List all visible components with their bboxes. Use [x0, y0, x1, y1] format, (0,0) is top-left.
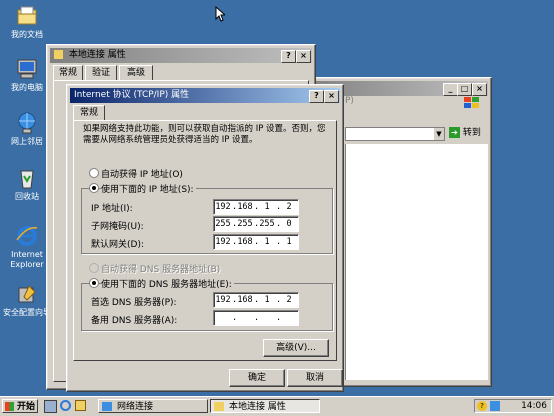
subnet-mask-label: 子网掩码(U):	[91, 222, 144, 232]
explorer-content-pane[interactable]	[345, 144, 488, 380]
subnet-mask-field[interactable]: 255. 255. 255. 0	[213, 216, 299, 232]
close-button[interactable]: ×	[324, 90, 339, 103]
taskbar: 开始 网络连接 本地连接 属性 ? 14:06	[0, 396, 554, 416]
preferred-dns-field[interactable]: 192. 168. 1. 2	[213, 292, 299, 308]
default-gateway-field[interactable]: 192. 168. 1. 1	[213, 234, 299, 250]
ip-address-label: IP 地址(I):	[91, 204, 133, 214]
computer-icon	[15, 57, 39, 81]
quicklaunch-desktop-icon[interactable]	[44, 400, 57, 413]
recycle-bin-icon	[15, 166, 39, 190]
folder-documents-icon	[15, 4, 39, 28]
auto-ip-radio[interactable]	[89, 168, 99, 178]
manual-ip-label[interactable]: 使用下面的 IP 地址(S):	[101, 182, 196, 195]
start-label: 开始	[17, 402, 36, 412]
help-button[interactable]: ?	[309, 90, 324, 103]
network-icon	[102, 402, 112, 411]
tab-general[interactable]: 常规	[73, 105, 105, 120]
network-icon	[54, 50, 63, 59]
windows-logo-icon	[5, 402, 14, 411]
desktop-icon-my-documents[interactable]: 我的文档	[1, 4, 53, 40]
clock[interactable]: 14:06	[521, 400, 547, 412]
window-title: 本地连接 属性	[68, 50, 126, 60]
quicklaunch-folder-icon[interactable]	[75, 400, 86, 411]
alternate-dns-label: 备用 DNS 服务器(A):	[91, 316, 178, 326]
go-button[interactable]: ➔ 转到	[449, 127, 485, 139]
security-wizard-icon	[15, 282, 39, 306]
intro-text: 如果网络支持此功能，则可以获取自动指派的 IP 设置。否则，您需要从网络系统管理…	[83, 124, 326, 145]
close-button[interactable]: ×	[296, 50, 311, 63]
default-gateway-label: 默认网关(D):	[91, 240, 144, 250]
network-icon	[15, 111, 39, 135]
tab-authentication[interactable]: 验证	[85, 65, 117, 80]
manual-dns-radio[interactable]	[89, 278, 99, 288]
maximize-button[interactable]: □	[457, 83, 472, 96]
cancel-button[interactable]: 取消	[287, 369, 343, 387]
windows-logo-icon	[464, 97, 479, 108]
chevron-down-icon[interactable]: ▼	[434, 128, 444, 140]
alternate-dns-field[interactable]: ...	[213, 310, 299, 326]
tcpip-properties-dialog[interactable]: Internet 协议 (TCP/IP) 属性 ? × 常规 如果网络支持此功能…	[66, 84, 344, 392]
ip-address-field[interactable]: 192. 168. 1. 2	[213, 199, 299, 215]
auto-dns-radio	[89, 263, 99, 273]
manual-dns-label[interactable]: 使用下面的 DNS 服务器地址(E):	[101, 277, 234, 290]
network-icon	[214, 402, 224, 411]
network-tray-icon[interactable]	[490, 401, 500, 411]
minimize-button[interactable]: _	[443, 83, 458, 96]
ok-button[interactable]: 确定	[229, 369, 285, 387]
help-icon[interactable]: ?	[477, 401, 487, 411]
preferred-dns-label: 首选 DNS 服务器(P):	[91, 298, 177, 308]
tab-general[interactable]: 常规	[53, 65, 83, 80]
address-dropdown[interactable]: ▼	[345, 127, 445, 141]
help-button[interactable]: ?	[281, 50, 296, 63]
manual-ip-radio[interactable]	[89, 183, 99, 193]
tcpip-titlebar[interactable]: Internet 协议 (TCP/IP) 属性 ? ×	[70, 88, 340, 103]
close-button[interactable]: ×	[472, 83, 487, 96]
dialog-title: Internet 协议 (TCP/IP) 属性	[74, 90, 190, 100]
advanced-button[interactable]: 高级(V)...	[263, 339, 329, 357]
desktop-icon-label: 我的文档	[11, 30, 43, 39]
go-label: 转到	[462, 128, 481, 138]
mouse-cursor-icon	[215, 6, 225, 22]
system-tray: ? 14:06	[474, 399, 552, 413]
start-button[interactable]: 开始	[2, 399, 38, 413]
auto-dns-label: 自动获得 DNS 服务器地址(B)	[101, 265, 221, 275]
taskbar-item-network-connections[interactable]: 网络连接	[98, 399, 208, 413]
taskbar-item-connection-properties[interactable]: 本地连接 属性	[210, 399, 320, 413]
menu-fragment[interactable]: P)	[345, 96, 354, 106]
quicklaunch-ie-icon[interactable]	[60, 400, 71, 411]
go-arrow-icon: ➔	[449, 127, 460, 138]
connection-properties-titlebar[interactable]: 本地连接 属性 ? ×	[50, 48, 312, 63]
ie-icon	[15, 224, 39, 248]
tab-advanced[interactable]: 高级	[119, 65, 153, 80]
auto-ip-label[interactable]: 自动获得 IP 地址(O)	[101, 167, 183, 180]
